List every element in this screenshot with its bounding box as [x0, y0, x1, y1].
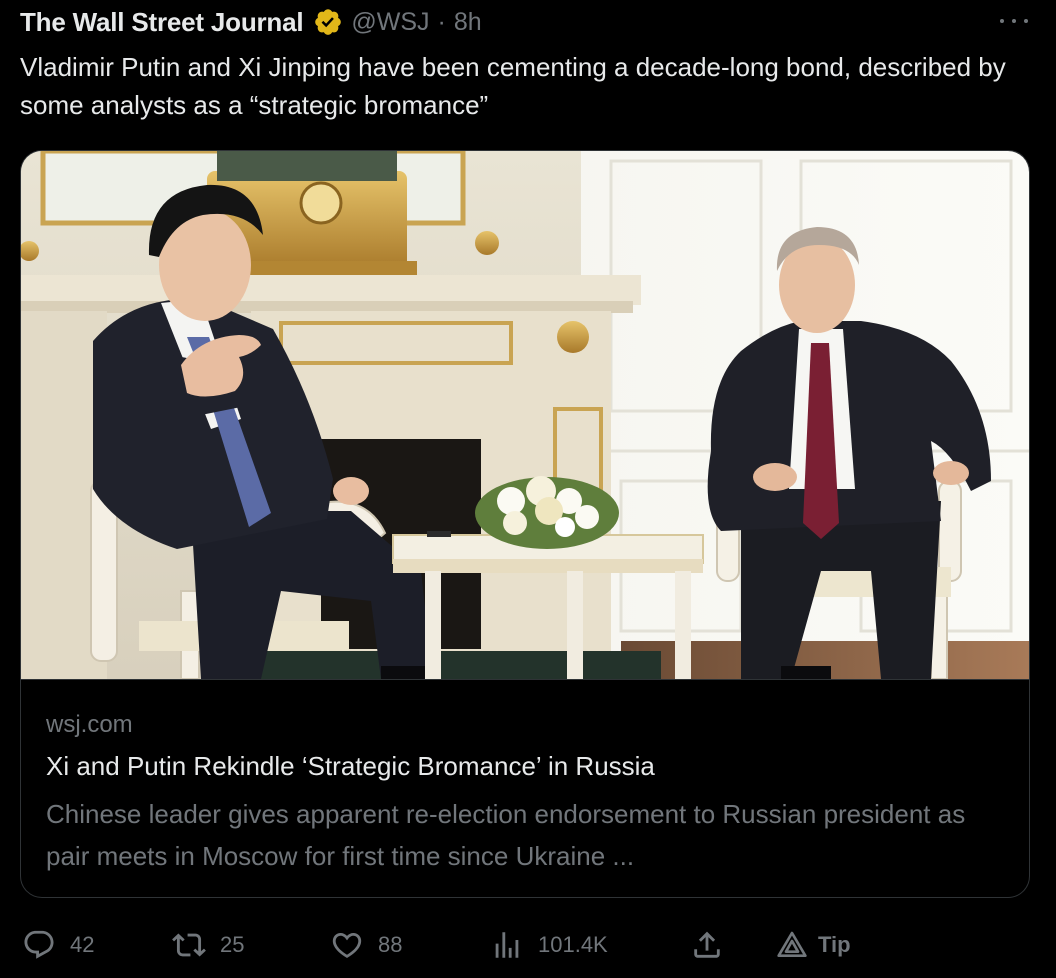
heart-icon [330, 928, 364, 962]
card-divider [21, 679, 1029, 680]
author-name[interactable]: The Wall Street Journal [20, 7, 304, 38]
tip-icon [776, 929, 808, 961]
more-dot [1024, 19, 1028, 23]
tweet: The Wall Street Journal @WSJ · 8h Vladim… [0, 0, 1056, 978]
reply-button[interactable]: 42 [22, 920, 94, 970]
views-button[interactable]: 101.4K [490, 920, 608, 970]
retweet-button[interactable]: 25 [172, 920, 244, 970]
reply-count: 42 [70, 932, 95, 957]
share-icon [690, 928, 724, 962]
tweet-header: The Wall Street Journal @WSJ · 8h [20, 4, 482, 40]
views-icon [490, 928, 524, 962]
more-dot [1012, 19, 1016, 23]
card-title[interactable]: Xi and Putin Rekindle ‘Strategic Bromanc… [46, 751, 655, 782]
link-card[interactable]: wsj.com Xi and Putin Rekindle ‘Strategic… [20, 150, 1030, 898]
like-count: 88 [378, 932, 403, 957]
retweet-icon [172, 928, 206, 962]
tweet-timestamp[interactable]: 8h [454, 8, 482, 37]
tip-button[interactable]: Tip [776, 920, 851, 970]
tweet-text: Vladimir Putin and Xi Jinping have been … [20, 52, 1006, 120]
more-icon[interactable] [1000, 14, 1028, 28]
reply-icon [22, 928, 56, 962]
more-dot [1000, 19, 1004, 23]
retweet-count: 25 [220, 932, 245, 957]
author-handle[interactable]: @WSJ [351, 8, 429, 37]
card-image[interactable] [21, 151, 1029, 679]
card-description: Chinese leader gives apparent re-electio… [46, 799, 966, 871]
views-count: 101.4K [538, 932, 608, 957]
tip-label: Tip [818, 932, 851, 957]
action-bar: 42 25 88 101.4K Tip [0, 920, 1056, 970]
verified-badge-icon[interactable] [313, 7, 343, 37]
header-separator: · [437, 7, 446, 36]
like-button[interactable]: 88 [330, 920, 402, 970]
card-domain[interactable]: wsj.com [46, 711, 133, 739]
share-button[interactable] [690, 920, 724, 970]
